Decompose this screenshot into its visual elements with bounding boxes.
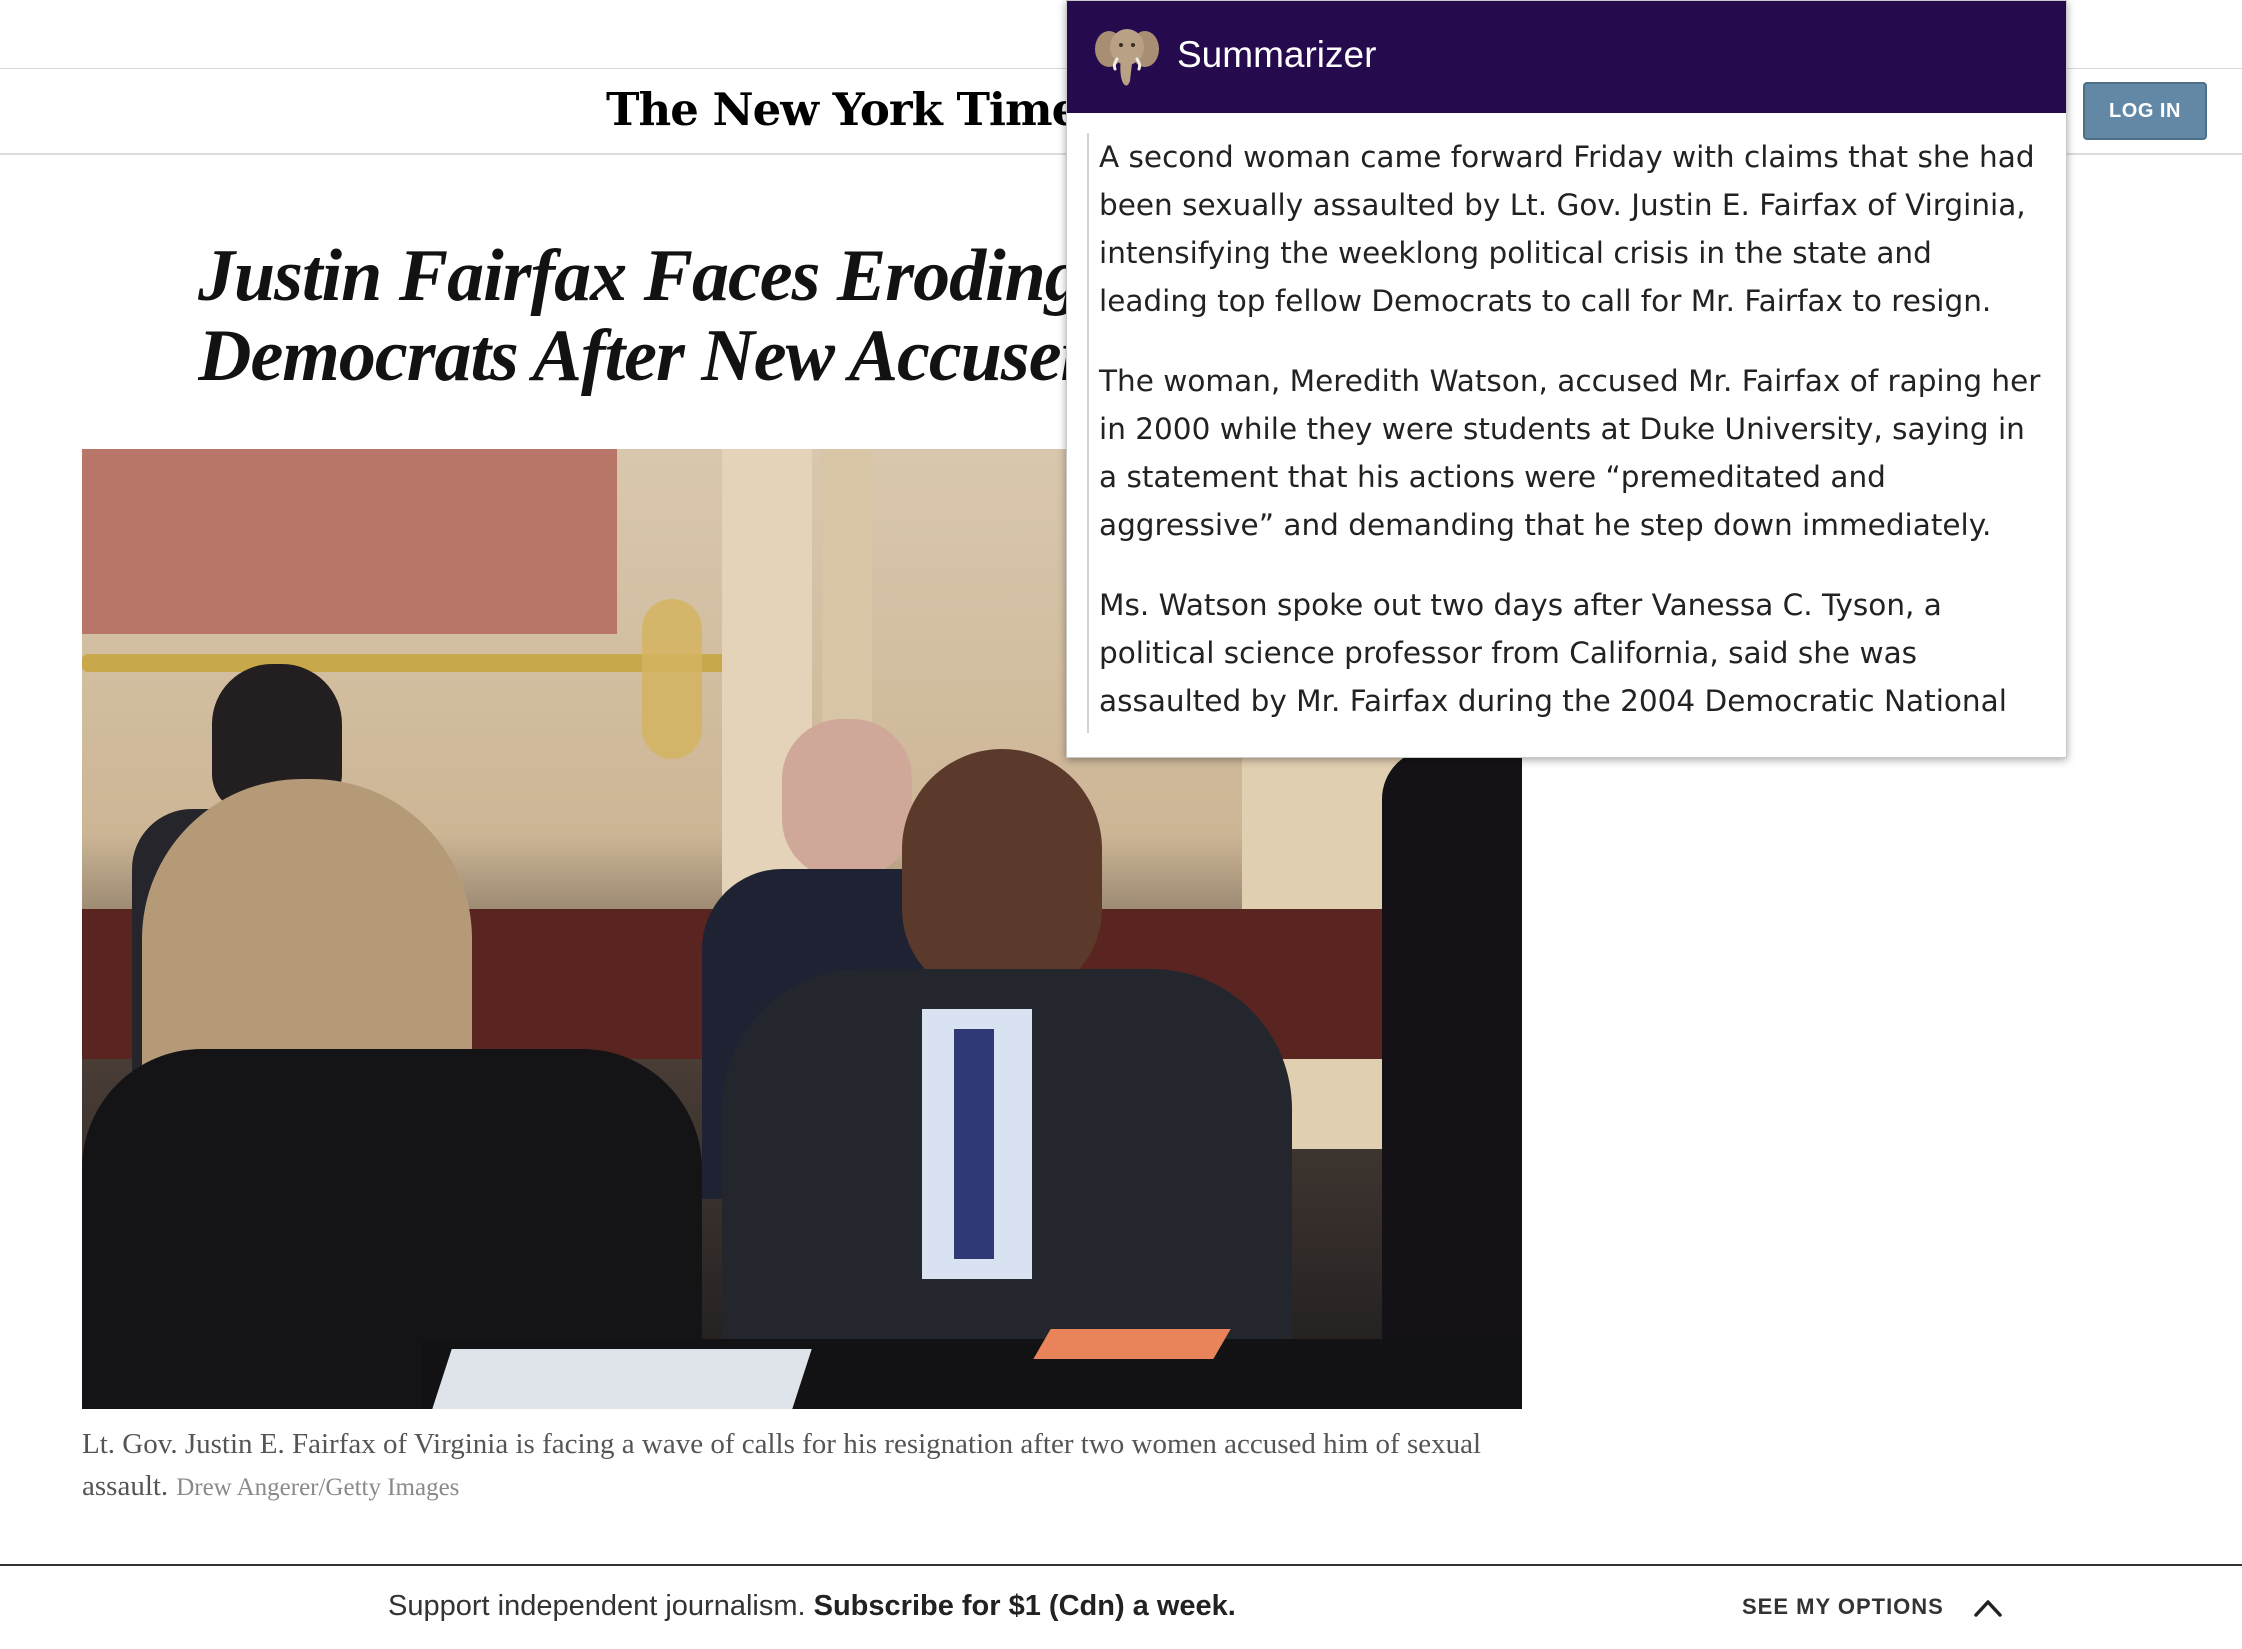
elephant-icon bbox=[1095, 29, 1159, 86]
photo-credit: Drew Angerer/Getty Images bbox=[176, 1474, 460, 1501]
summarizer-popup: Summarizer A second woman came forward F… bbox=[1066, 0, 2067, 758]
chevron-up-icon[interactable] bbox=[1973, 1596, 2003, 1618]
photo-caption: Lt. Gov. Justin E. Fairfax of Virginia i… bbox=[82, 1423, 1522, 1509]
summary-paragraph: A second woman came forward Friday with … bbox=[1099, 140, 2035, 318]
subscribe-text: Support independent journalism. bbox=[388, 1590, 806, 1622]
login-button[interactable]: LOG IN bbox=[2083, 82, 2207, 140]
summarizer-header: Summarizer bbox=[1067, 1, 2066, 113]
summary-paragraph: The woman, Meredith Watson, accused Mr. … bbox=[1099, 364, 2041, 542]
see-options-button[interactable]: SEE MY OPTIONS bbox=[1742, 1594, 1944, 1620]
summary-paragraph: Ms. Watson spoke out two days after Vane… bbox=[1099, 588, 2007, 718]
summary-text[interactable]: A second woman came forward Friday with … bbox=[1087, 133, 2047, 733]
summarizer-title: Summarizer bbox=[1177, 34, 1377, 75]
subscribe-offer-link[interactable]: Subscribe for $1 (Cdn) a week. bbox=[814, 1590, 1236, 1622]
subscribe-message: Support independent journalism. Subscrib… bbox=[388, 1590, 1236, 1623]
nyt-logo[interactable]: The New York Times bbox=[606, 83, 1105, 136]
